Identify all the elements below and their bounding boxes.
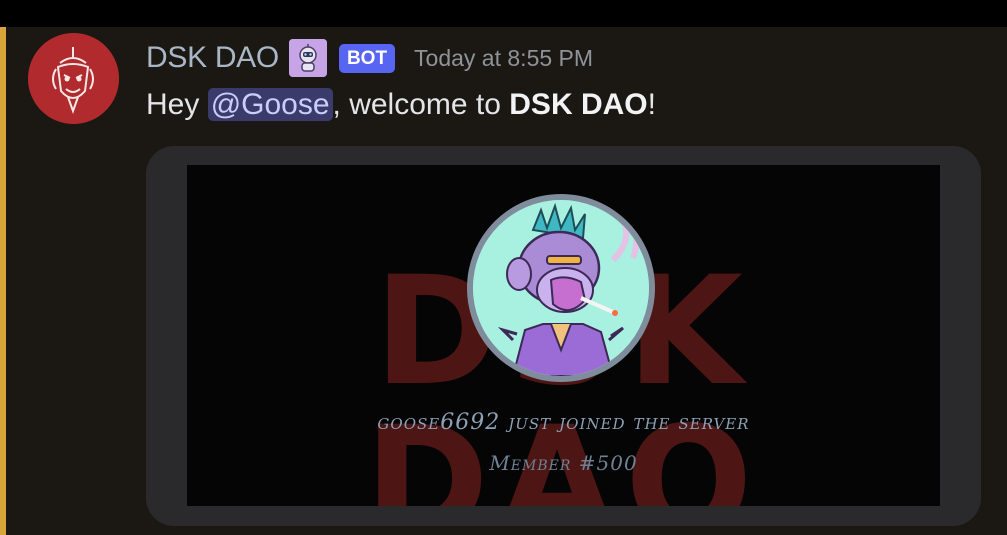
member-count: Member #500: [489, 451, 638, 475]
server-name: DSK DAO: [509, 88, 648, 121]
content-middle: , welcome to: [332, 88, 510, 121]
chat-message: DSK DAO BOT Today at 8:55 PM Hey @Goose,…: [0, 27, 1007, 535]
member-avatar: [467, 194, 655, 382]
user-mention[interactable]: @Goose: [207, 88, 333, 121]
ape-avatar-icon: [473, 200, 649, 376]
welcome-embed: DSK DAO: [146, 146, 981, 526]
welcome-banner-image[interactable]: DSK DAO: [187, 165, 940, 506]
join-announcement: goose6692 just joined the server: [377, 410, 750, 435]
bot-tag: BOT: [338, 43, 396, 73]
author-avatar[interactable]: [28, 33, 119, 124]
robot-role-icon: [288, 39, 327, 77]
mention-highlight-bar: [0, 27, 6, 535]
top-bar: [0, 0, 1007, 27]
content-suffix: !: [647, 88, 656, 121]
content-prefix: Hey: [146, 88, 208, 121]
server-logo-icon: [28, 33, 119, 124]
message-header: DSK DAO BOT Today at 8:55 PM: [146, 39, 593, 77]
message-timestamp[interactable]: Today at 8:55 PM: [414, 45, 593, 72]
author-name[interactable]: DSK DAO: [146, 41, 279, 75]
message-content: Hey @Goose, welcome to DSK DAO!: [146, 85, 656, 125]
